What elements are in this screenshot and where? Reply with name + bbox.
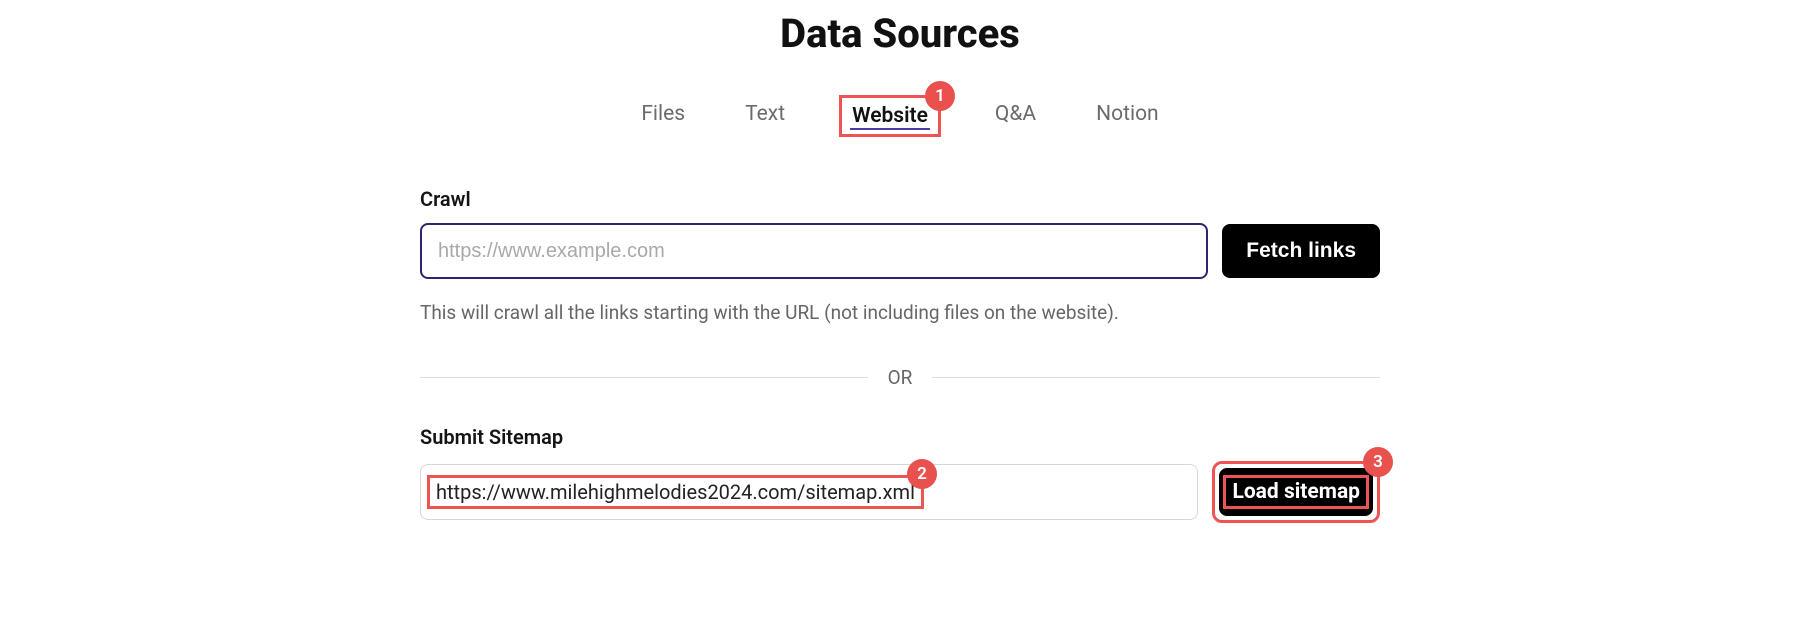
divider-line-right	[932, 377, 1380, 378]
sitemap-value: https://www.milehighmelodies2024.com/sit…	[436, 480, 915, 504]
crawl-help-text: This will crawl all the links starting w…	[420, 301, 1380, 324]
load-sitemap-label: Load sitemap	[1223, 475, 1369, 509]
tab-website[interactable]: Website 1	[839, 95, 941, 137]
crawl-url-input[interactable]	[420, 223, 1208, 279]
divider-line-left	[420, 377, 868, 378]
step-badge-2: 2	[907, 459, 937, 489]
tab-text[interactable]: Text	[739, 95, 791, 133]
sitemap-row: https://www.milehighmelodies2024.com/sit…	[420, 461, 1380, 523]
step-badge-3: 3	[1363, 447, 1393, 477]
sitemap-highlight: https://www.milehighmelodies2024.com/sit…	[427, 475, 924, 509]
page-title: Data Sources	[0, 10, 1800, 57]
crawl-row: Fetch links	[420, 223, 1380, 279]
load-sitemap-button[interactable]: Load sitemap 3	[1212, 461, 1380, 523]
tab-website-label: Website	[852, 104, 928, 128]
divider: OR	[420, 366, 1380, 389]
step-badge-1: 1	[925, 81, 955, 111]
tab-qna[interactable]: Q&A	[989, 95, 1042, 133]
fetch-links-button[interactable]: Fetch links	[1222, 224, 1380, 278]
tab-notion[interactable]: Notion	[1090, 95, 1165, 133]
divider-label: OR	[888, 366, 913, 389]
tabs: Files Text Website 1 Q&A Notion	[0, 95, 1800, 137]
crawl-label: Crawl	[420, 187, 1380, 211]
sitemap-label: Submit Sitemap	[420, 425, 1380, 449]
load-sitemap-inner: Load sitemap	[1219, 468, 1373, 516]
sitemap-url-input[interactable]: https://www.milehighmelodies2024.com/sit…	[420, 464, 1198, 520]
tab-files[interactable]: Files	[635, 95, 691, 133]
content-area: Crawl Fetch links This will crawl all th…	[420, 187, 1380, 523]
